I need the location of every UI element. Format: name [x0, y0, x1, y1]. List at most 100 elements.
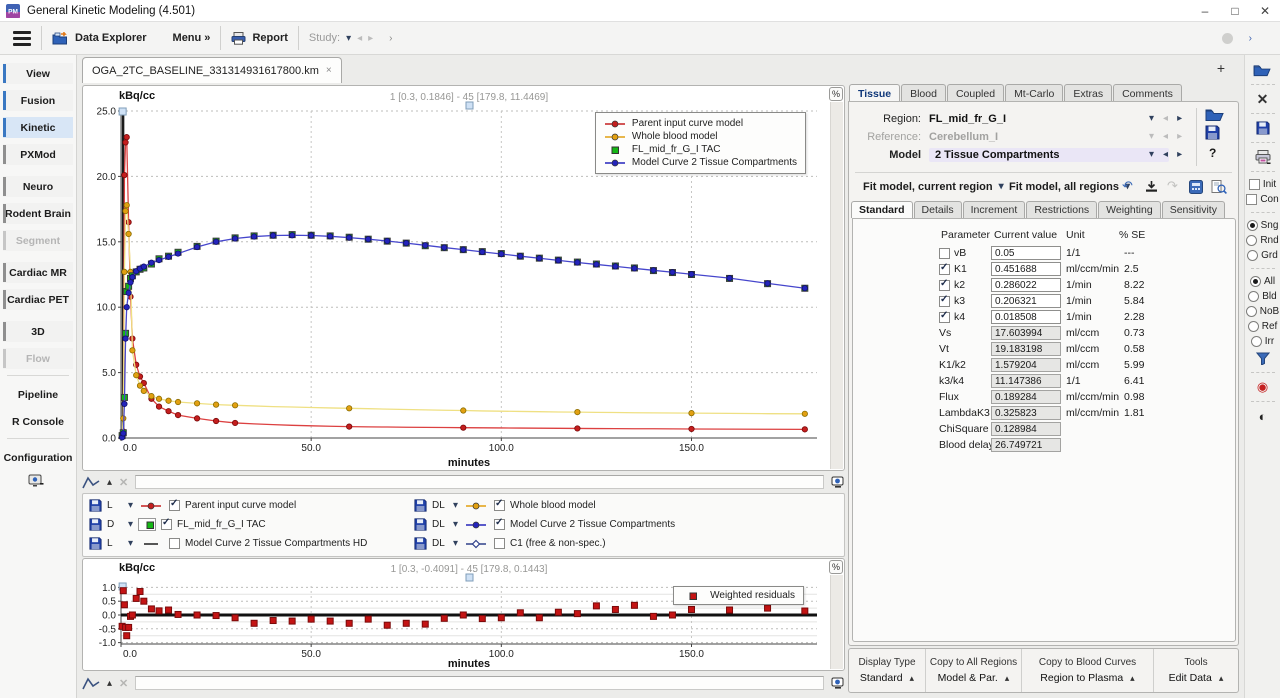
checkbox-box[interactable]	[1249, 179, 1260, 190]
radio-circle[interactable]	[1246, 235, 1257, 246]
fit-parameter-checkbox[interactable]	[939, 248, 950, 259]
radio-nob[interactable]: NoB	[1246, 304, 1279, 319]
curve-visibility-checkbox[interactable]	[494, 519, 505, 530]
checkbox-con[interactable]: Con	[1246, 192, 1278, 207]
help-button[interactable]: ?	[1209, 146, 1216, 160]
group-dropdown-button[interactable]: Model & Par.▴	[938, 672, 1010, 684]
panel-expand-icon[interactable]: ›	[1249, 33, 1252, 44]
fit-all-regions-button[interactable]: Fit model, all regions▾	[1009, 178, 1130, 195]
sidebar-item-view[interactable]: View	[3, 63, 73, 84]
curve-style-icon[interactable]	[82, 677, 100, 690]
collapse-icon[interactable]: ▴	[107, 477, 112, 488]
curve-marker-button[interactable]	[138, 518, 156, 531]
tab-mt-carlo[interactable]: Mt-Carlo	[1005, 84, 1063, 102]
undo-icon[interactable]: ↶	[1122, 178, 1133, 194]
hamburger-menu-icon[interactable]	[13, 31, 31, 46]
region-dropdown-icon[interactable]: ▾	[1149, 113, 1154, 124]
curve-mode-label[interactable]: L	[107, 538, 123, 549]
sidebar-item-cardiac-mr[interactable]: Cardiac MR	[3, 262, 73, 283]
checkbox-box[interactable]	[1246, 194, 1257, 205]
curve-visibility-checkbox[interactable]	[169, 500, 180, 511]
save-curve-icon[interactable]	[414, 537, 427, 550]
sidebar-item-cardiac-pet[interactable]: Cardiac PET	[3, 289, 73, 310]
clear-x-icon[interactable]: ✕	[1257, 90, 1269, 108]
save-curve-icon[interactable]	[414, 499, 427, 512]
contrast-icon[interactable]: ◐	[1259, 407, 1267, 425]
filter-icon[interactable]	[1256, 349, 1270, 367]
parameter-value-field[interactable]: 0.286022	[991, 278, 1061, 292]
tab-blood[interactable]: Blood	[901, 84, 946, 102]
curve-visibility-checkbox[interactable]	[169, 538, 180, 549]
study-dropdown-icon[interactable]: ▾	[346, 33, 351, 44]
document-tab[interactable]: OGA_2TC_BASELINE_331314931617800.km ×	[82, 57, 342, 83]
tab-weighting[interactable]: Weighting	[1098, 201, 1161, 218]
curve-mode-label[interactable]: L	[107, 500, 123, 511]
report-button[interactable]: Report	[231, 32, 287, 45]
sidebar-item-neuro[interactable]: Neuro	[3, 176, 73, 197]
radio-circle[interactable]	[1247, 220, 1258, 231]
printer-icon[interactable]	[1255, 148, 1271, 166]
curve-mode-label[interactable]: DL	[432, 500, 448, 511]
residuals-chart[interactable]: 1.00.50.0-0.5-1.00.050.0100.0150.01 [0.3…	[85, 560, 829, 670]
percent-scale-button[interactable]: %	[829, 87, 843, 101]
fit-parameter-checkbox[interactable]	[939, 296, 950, 307]
maximize-button[interactable]: □	[1220, 0, 1250, 21]
close-button[interactable]: ✕	[1250, 0, 1280, 21]
group-dropdown-button[interactable]: Standard▴	[860, 672, 914, 684]
parameters-grid-icon[interactable]	[1189, 180, 1203, 194]
checkbox-init[interactable]: Init	[1249, 177, 1276, 192]
folder-open-icon[interactable]	[1253, 61, 1272, 79]
radio-circle[interactable]	[1246, 306, 1257, 317]
tab-sensitivity[interactable]: Sensitivity	[1162, 201, 1225, 218]
save-curve-icon[interactable]	[89, 518, 102, 531]
radio-rnd[interactable]: Rnd	[1246, 233, 1278, 248]
collapse-icon[interactable]: ▴	[107, 678, 112, 689]
curve-mode-label[interactable]: DL	[432, 519, 448, 530]
radio-grd[interactable]: Grd	[1247, 248, 1278, 263]
data-explorer-button[interactable]: Data Explorer	[52, 32, 147, 45]
curve-marker-button[interactable]	[463, 518, 489, 531]
percent-scale-button[interactable]: %	[829, 560, 843, 574]
curve-marker-button[interactable]	[463, 499, 489, 512]
parameter-value-field[interactable]: 0.05	[991, 246, 1061, 260]
tab-details[interactable]: Details	[914, 201, 962, 218]
fit-parameter-checkbox[interactable]	[939, 280, 950, 291]
save-curve-icon[interactable]	[89, 499, 102, 512]
curve-visibility-checkbox[interactable]	[494, 538, 505, 549]
configuration-monitor-icon[interactable]	[28, 474, 44, 488]
model-selector[interactable]: 2 Tissue Compartments	[929, 148, 1169, 162]
group-dropdown-button[interactable]: Region to Plasma▴	[1040, 672, 1134, 684]
radio-ref[interactable]: Ref	[1248, 319, 1278, 334]
curve-mode-dropdown-icon[interactable]: ▾	[128, 538, 133, 549]
save-curve-icon[interactable]	[89, 537, 102, 550]
tab-restrictions[interactable]: Restrictions	[1026, 201, 1097, 218]
radio-circle[interactable]	[1247, 250, 1258, 261]
study-chevron-icon[interactable]: ›	[389, 33, 392, 44]
sidebar-item-kinetic[interactable]: Kinetic	[3, 117, 73, 138]
curve-visibility-checkbox[interactable]	[161, 519, 172, 530]
tab-increment[interactable]: Increment	[963, 201, 1026, 218]
fit-download-icon[interactable]	[1145, 181, 1158, 193]
capture-icon[interactable]	[831, 677, 845, 689]
region-prev-icon[interactable]: ◂	[1163, 113, 1168, 124]
radio-all[interactable]: All	[1250, 274, 1275, 289]
curve-mode-dropdown-icon[interactable]: ▾	[453, 538, 458, 549]
tab-comments[interactable]: Comments	[1113, 84, 1182, 102]
tab-coupled[interactable]: Coupled	[947, 84, 1004, 102]
region-value[interactable]: FL_mid_fr_G_I	[929, 113, 1006, 125]
curve-mode-label[interactable]: DL	[432, 538, 448, 549]
curve-marker-button[interactable]	[138, 499, 164, 512]
model-dropdown-icon[interactable]: ▾	[1149, 149, 1154, 160]
save-curve-icon[interactable]	[414, 518, 427, 531]
radio-bld[interactable]: Bld	[1248, 289, 1276, 304]
parameter-value-field[interactable]: 0.206321	[991, 294, 1061, 308]
region-next-icon[interactable]: ▸	[1177, 113, 1182, 124]
radio-circle[interactable]	[1250, 276, 1261, 287]
minimize-button[interactable]: –	[1190, 0, 1220, 21]
sidebar-item-configuration[interactable]: Configuration	[3, 447, 73, 468]
curve-visibility-checkbox[interactable]	[494, 500, 505, 511]
fit-current-region-button[interactable]: Fit model, current region▾	[863, 178, 1004, 195]
curve-mode-label[interactable]: D	[107, 519, 123, 530]
curve-marker-button[interactable]	[138, 537, 164, 550]
tab-tissue[interactable]: Tissue	[849, 84, 900, 102]
